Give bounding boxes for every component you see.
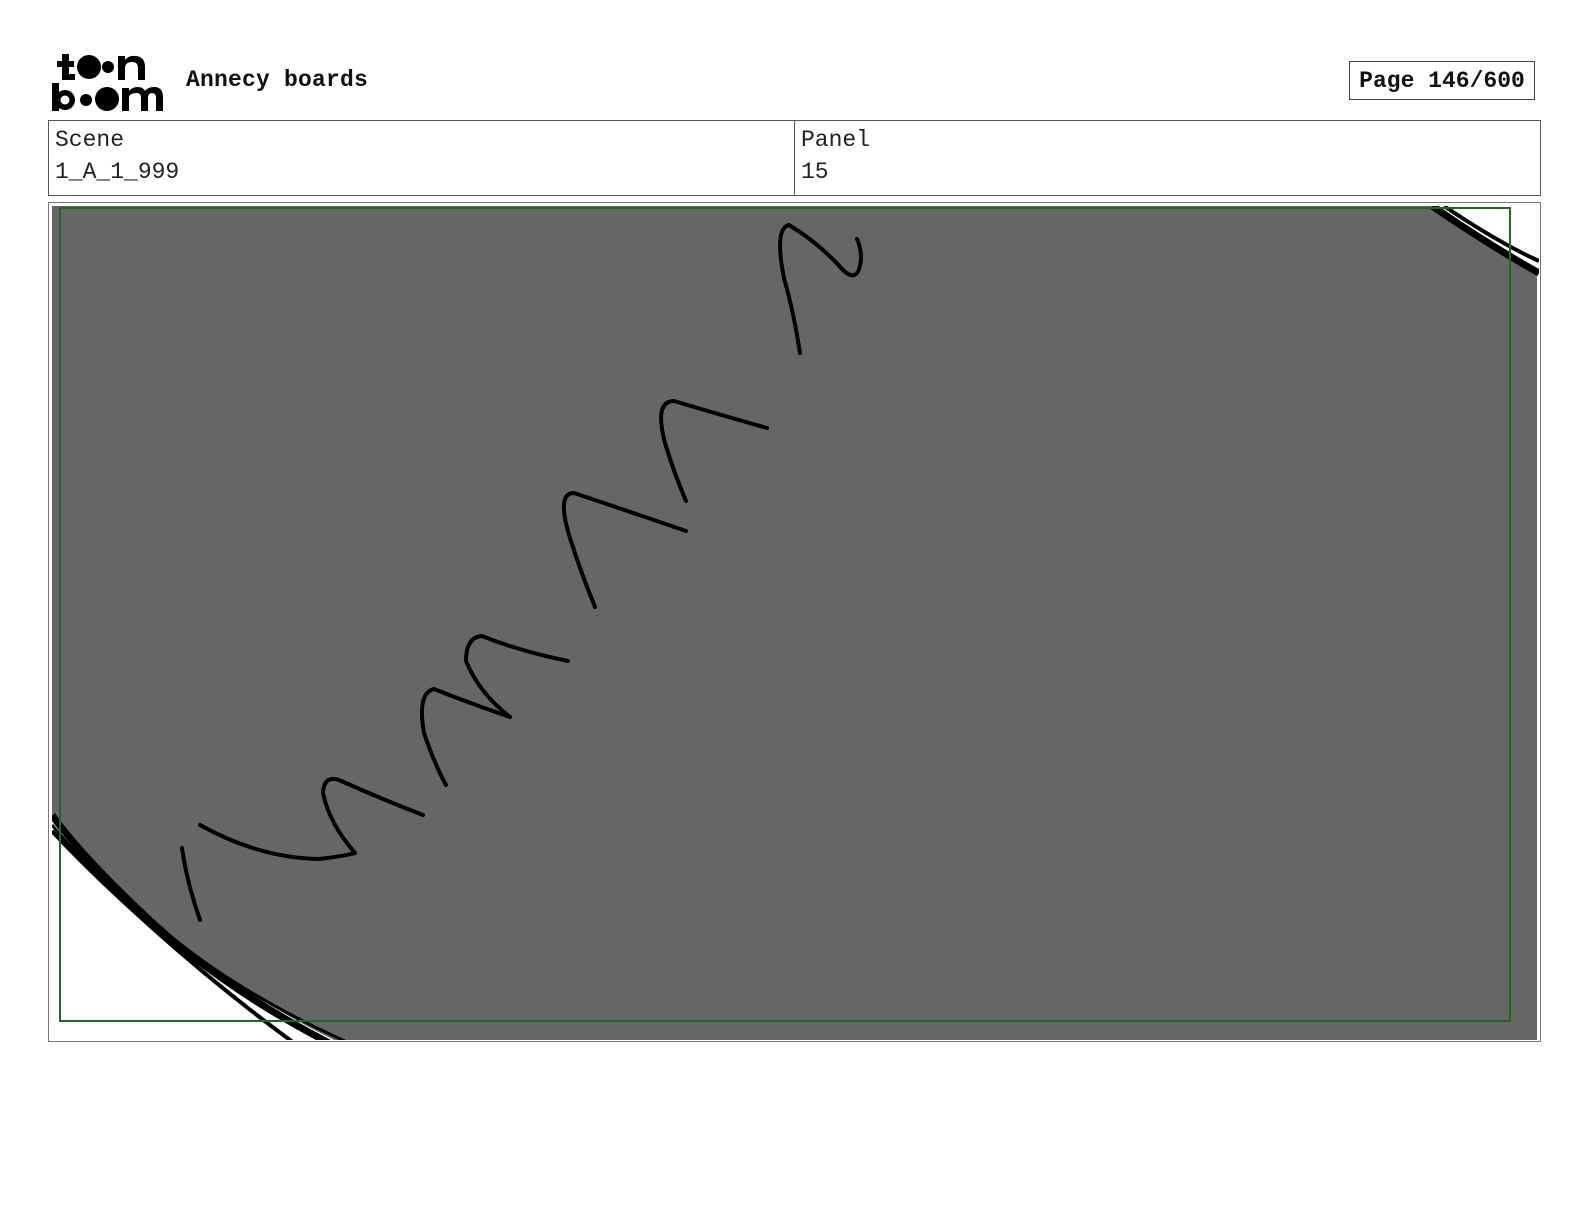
panel-drawing bbox=[52, 206, 1539, 1040]
scene-cell: Scene 1_A_1_999 bbox=[49, 121, 794, 195]
scene-label: Scene bbox=[55, 127, 125, 153]
project-title: Annecy boards bbox=[186, 67, 369, 93]
page-number: Page 146/600 bbox=[1349, 61, 1535, 100]
storyboard-panel bbox=[48, 202, 1541, 1042]
scene-panel-info: Scene 1_A_1_999 Panel 15 bbox=[48, 120, 1541, 196]
toon-boom-logo bbox=[52, 54, 163, 111]
panel-label: Panel bbox=[801, 127, 871, 153]
panel-value: 15 bbox=[801, 159, 829, 185]
panel-cell: Panel 15 bbox=[794, 121, 1540, 195]
scene-value: 1_A_1_999 bbox=[55, 159, 180, 185]
